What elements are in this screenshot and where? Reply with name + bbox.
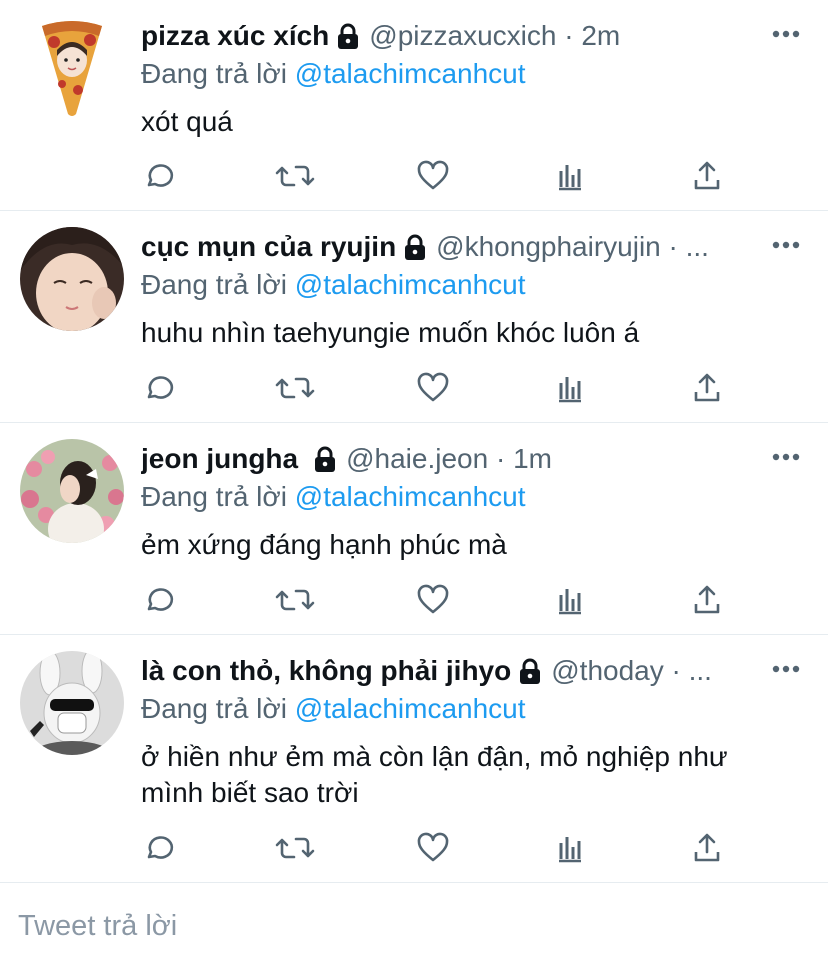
- tweet[interactable]: jeon jungha @haie.jeon · 1m Đang trả lời…: [0, 423, 828, 635]
- share-icon[interactable]: [687, 156, 727, 196]
- display-name[interactable]: jeon jungha: [141, 439, 298, 479]
- like-icon[interactable]: [413, 368, 453, 408]
- reply-input[interactable]: Tweet trả lời: [18, 910, 177, 943]
- reply-prefix: Đang trả lời: [141, 269, 287, 300]
- handle-and-time[interactable]: @khongphairyujin · ...: [436, 227, 709, 267]
- reply-context: Đang trả lời @talachimcanhcut: [141, 56, 808, 92]
- reply-icon[interactable]: [138, 828, 178, 868]
- reply-prefix: Đang trả lời: [141, 481, 287, 512]
- lock-icon: [335, 22, 361, 50]
- avatar[interactable]: [20, 227, 124, 331]
- tweet-actions: [141, 828, 761, 868]
- more-options-icon[interactable]: [772, 231, 800, 259]
- tweet-text: xót quá: [141, 106, 233, 137]
- lock-icon: [517, 657, 543, 685]
- analytics-icon[interactable]: [550, 156, 590, 196]
- tweet-actions: [141, 580, 761, 620]
- reply-context: Đang trả lời @talachimcanhcut: [141, 267, 808, 303]
- like-icon[interactable]: [413, 156, 453, 196]
- more-options-icon[interactable]: [772, 443, 800, 471]
- tweet-text: ở hiền như ẻm mà còn lận đận, mỏ nghiệp …: [141, 739, 808, 811]
- reply-icon[interactable]: [138, 156, 178, 196]
- reply-prefix: Đang trả lời: [141, 58, 287, 89]
- tweet-text-line: ở hiền như ẻm mà còn lận đận, mỏ nghiệp …: [141, 741, 728, 772]
- retweet-icon[interactable]: [275, 828, 315, 868]
- like-icon[interactable]: [413, 580, 453, 620]
- analytics-icon[interactable]: [550, 580, 590, 620]
- handle-and-time[interactable]: @thoday · ...: [551, 651, 712, 691]
- lock-icon: [312, 445, 338, 473]
- reply-mention[interactable]: @talachimcanhcut: [295, 481, 526, 512]
- tweet-actions: [141, 368, 761, 408]
- tweet[interactable]: pizza xúc xích @pizzaxucxich · 2m Đang t…: [0, 0, 828, 211]
- display-name[interactable]: pizza xúc xích: [141, 16, 329, 56]
- display-name[interactable]: cục mụn của ryujin: [141, 227, 396, 267]
- tweet[interactable]: là con thỏ, không phải jihyo @thoday · .…: [0, 635, 828, 883]
- user-photo-icon: [20, 651, 124, 755]
- share-icon[interactable]: [687, 580, 727, 620]
- reply-context: Đang trả lời @talachimcanhcut: [141, 479, 808, 515]
- reply-prefix: Đang trả lời: [141, 693, 287, 724]
- handle-and-time[interactable]: @pizzaxucxich · 2m: [369, 16, 620, 56]
- display-name[interactable]: là con thỏ, không phải jihyo: [141, 651, 511, 691]
- reply-mention[interactable]: @talachimcanhcut: [295, 58, 526, 89]
- analytics-icon[interactable]: [550, 828, 590, 868]
- retweet-icon[interactable]: [275, 156, 315, 196]
- handle-and-time[interactable]: @haie.jeon · 1m: [346, 439, 552, 479]
- share-icon[interactable]: [687, 368, 727, 408]
- avatar[interactable]: [20, 651, 124, 755]
- share-icon[interactable]: [687, 828, 727, 868]
- user-photo-icon: [20, 227, 124, 331]
- tweet-text: huhu nhìn taehyungie muốn khóc luôn á: [141, 317, 640, 348]
- user-photo-icon: [20, 439, 124, 543]
- reply-icon[interactable]: [138, 368, 178, 408]
- reply-context: Đang trả lời @talachimcanhcut: [141, 691, 808, 727]
- like-icon[interactable]: [413, 828, 453, 868]
- retweet-icon[interactable]: [275, 580, 315, 620]
- analytics-icon[interactable]: [550, 368, 590, 408]
- reply-icon[interactable]: [138, 580, 178, 620]
- retweet-icon[interactable]: [275, 368, 315, 408]
- tweet-actions: [141, 156, 761, 196]
- tweet-text: ẻm xứng đáng hạnh phúc mà: [141, 529, 507, 560]
- tweet-text-line: mình biết sao trời: [141, 777, 359, 808]
- avatar[interactable]: [20, 439, 124, 543]
- avatar[interactable]: [20, 14, 124, 118]
- more-options-icon[interactable]: [772, 655, 800, 683]
- pizza-avatar-icon: [42, 21, 102, 116]
- tweet[interactable]: cục mụn của ryujin @khongphairyujin · ..…: [0, 211, 828, 423]
- lock-icon: [402, 233, 428, 261]
- reply-mention[interactable]: @talachimcanhcut: [295, 269, 526, 300]
- reply-mention[interactable]: @talachimcanhcut: [295, 693, 526, 724]
- more-options-icon[interactable]: [772, 20, 800, 48]
